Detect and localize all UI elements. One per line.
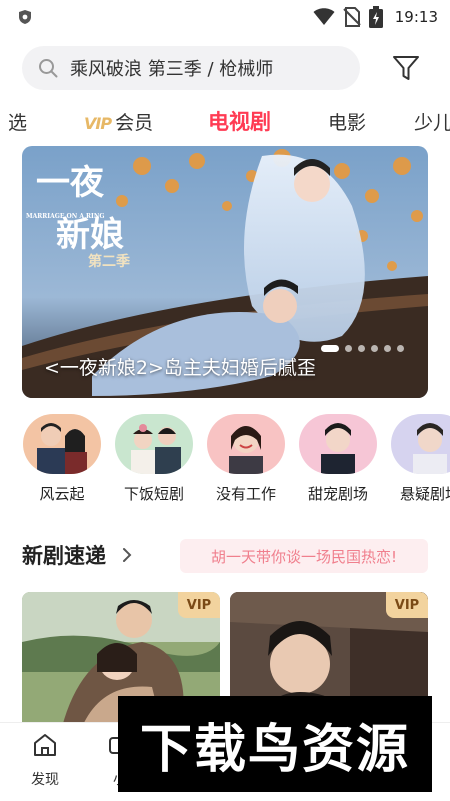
avatar xyxy=(299,414,377,474)
vip-badge: VIP xyxy=(178,592,220,618)
vip-logo-icon: VIP xyxy=(84,114,112,133)
search-placeholder: 乘风破浪 第三季 / 枪械师 xyxy=(70,59,274,80)
promo-banner[interactable]: 胡一天带你谈一场民国热恋! xyxy=(180,539,428,573)
category-label: 甜宠剧场 xyxy=(307,485,368,503)
status-time: 19:13 xyxy=(394,8,438,26)
wifi-icon xyxy=(313,8,335,25)
category-label: 悬疑剧场 xyxy=(399,485,450,503)
channel-tabs: 选 VIP 会员 电视剧 电影 少儿 xyxy=(0,100,450,144)
avatar xyxy=(23,414,101,474)
avatar xyxy=(115,414,193,474)
svg-text:新娘: 新娘 xyxy=(56,215,124,255)
search-icon xyxy=(39,59,58,78)
section-title[interactable]: 新剧速递 xyxy=(22,540,106,570)
category-label: 下饭短剧 xyxy=(123,485,184,503)
avatar xyxy=(207,414,285,474)
hero-banner[interactable]: 一夜 新娘 第二季 MARRIAGE ON A RING <一夜新娘2>岛主夫妇… xyxy=(22,146,428,398)
svg-text:第二季: 第二季 xyxy=(88,253,130,270)
category-xiafan-short[interactable]: 下饭短剧 xyxy=(114,414,194,504)
no-sim-icon xyxy=(343,7,361,27)
category-mystery-theater[interactable]: 悬疑剧场 xyxy=(390,414,450,504)
category-label: 风云起 xyxy=(39,485,85,503)
shield-icon xyxy=(19,10,31,24)
carousel-dots[interactable] xyxy=(321,345,404,352)
battery-charging-icon xyxy=(368,6,383,28)
search-input[interactable]: 乘风破浪 第三季 / 枪械师 xyxy=(22,46,360,90)
category-sweet-theater[interactable]: 甜宠剧场 xyxy=(298,414,378,504)
status-bar: 19:13 xyxy=(0,0,450,34)
tab-selected[interactable]: 选 xyxy=(8,108,27,135)
new-drama-section-header: 新剧速递 胡一天带你谈一场民国热恋! xyxy=(22,538,428,574)
chevron-right-icon[interactable] xyxy=(120,546,134,564)
nav-discover[interactable]: 发现 xyxy=(15,731,75,789)
tab-vip[interactable]: VIP 会员 xyxy=(84,108,153,135)
tab-kids[interactable]: 少儿 xyxy=(414,108,450,135)
tab-movies[interactable]: 电影 xyxy=(328,108,366,135)
filter-icon[interactable] xyxy=(392,54,420,82)
category-no-job[interactable]: 没有工作 xyxy=(206,414,286,504)
category-fengyunqi[interactable]: 风云起 xyxy=(22,414,102,504)
category-label: 没有工作 xyxy=(215,485,276,503)
category-row: 风云起 下饭短剧 没有工作 甜宠剧场 悬疑剧场 xyxy=(0,414,450,514)
banner-title-art: 一夜 xyxy=(36,163,105,203)
watermark: 下载鸟资源 xyxy=(118,696,432,792)
svg-text:MARRIAGE ON A RING: MARRIAGE ON A RING xyxy=(26,213,104,220)
home-icon xyxy=(34,734,56,756)
nav-label: 发现 xyxy=(31,772,59,788)
search-row: 乘风破浪 第三季 / 枪械师 xyxy=(0,42,450,94)
banner-caption: <一夜新娘2>岛主夫妇婚后腻歪 xyxy=(44,357,316,379)
watermark-text: 下载鸟资源 xyxy=(139,719,410,780)
avatar xyxy=(391,414,450,474)
tab-tv-series[interactable]: 电视剧 xyxy=(208,106,271,136)
vip-badge: VIP xyxy=(386,592,428,618)
